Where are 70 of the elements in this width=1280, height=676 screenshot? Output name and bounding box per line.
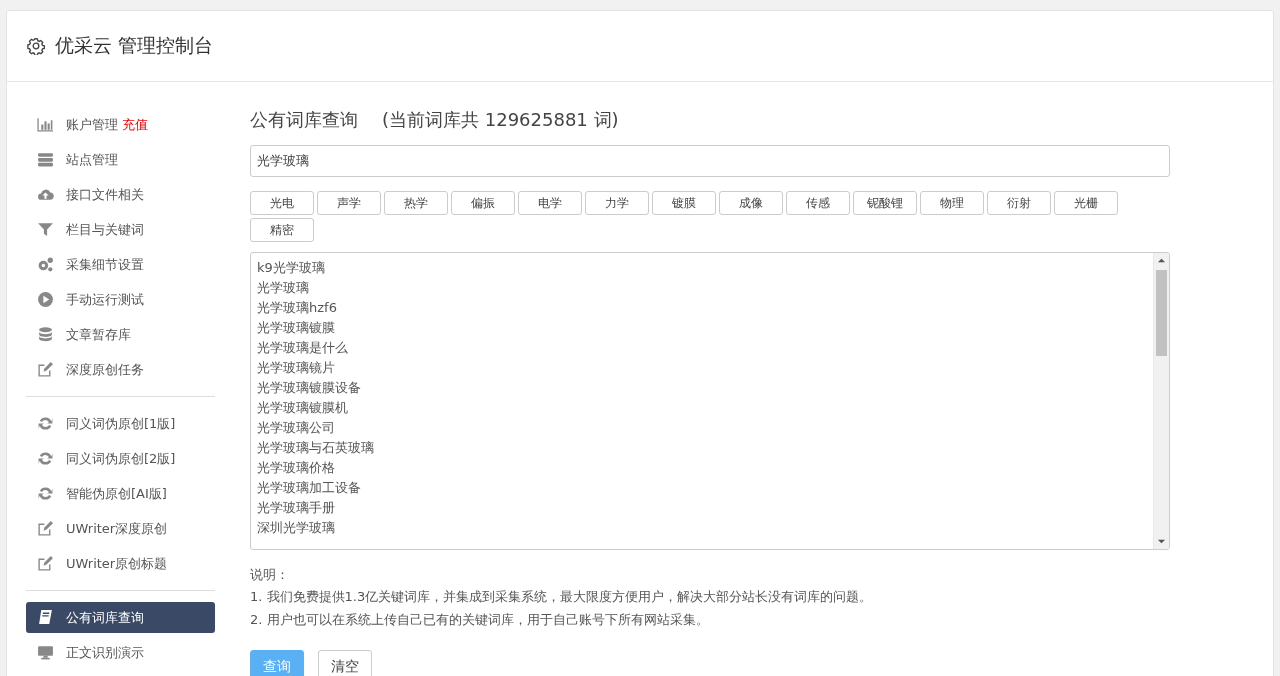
result-item[interactable]: k9光学玻璃 — [257, 258, 1147, 278]
note-text: 2. 用户也可以在系统上传自己已有的关键词库，用于自己账号下所有网站采集。 — [250, 611, 710, 629]
note-text: 1. 我们免费提供1.3亿关键词库，并集成到采集系统，最大限度方便用户，解决大部分站长没有词库的问题。 — [250, 588, 874, 606]
edit-icon — [37, 555, 54, 572]
result-item[interactable]: 光学玻璃手册 — [257, 498, 1147, 518]
server-icon — [37, 151, 54, 168]
tag-button[interactable]: 物理 — [920, 191, 984, 215]
tag-button[interactable]: 光栅 — [1054, 191, 1118, 215]
gears-icon — [37, 256, 54, 273]
sidebar-item[interactable]: 采集细节设置 — [26, 249, 215, 280]
sidebar-item[interactable]: UWriter深度原创 — [26, 513, 215, 544]
result-item[interactable]: 光学玻璃加工设备 — [257, 478, 1147, 498]
database-icon — [37, 326, 54, 343]
tag-button[interactable]: 铌酸锂 — [853, 191, 917, 215]
tag-button[interactable]: 电学 — [518, 191, 582, 215]
sidebar-item[interactable]: 接口文件相关 — [26, 179, 215, 210]
result-item[interactable]: 光学玻璃价格 — [257, 458, 1147, 478]
result-item[interactable]: 光学玻璃与石英玻璃 — [257, 438, 1147, 458]
edit-icon — [37, 520, 54, 537]
tag-button[interactable]: 镀膜 — [652, 191, 716, 215]
result-item[interactable]: 深圳光学玻璃 — [257, 518, 1147, 538]
notes-title: 说明： — [250, 566, 290, 584]
refresh-icon — [37, 485, 54, 502]
result-item[interactable]: 光学玻璃镀膜 — [257, 318, 1147, 338]
sidebar-item[interactable]: 智能伪原创[AI版] — [26, 478, 215, 509]
sidebar-item[interactable]: 手动运行测试 — [26, 284, 215, 315]
result-item[interactable]: 光学玻璃镜片 — [257, 358, 1147, 378]
book-icon — [37, 609, 54, 626]
word-count: (当前词库共 129625881 词) — [382, 108, 619, 132]
tag-button[interactable]: 声学 — [317, 191, 381, 215]
play-icon — [37, 291, 54, 308]
tag-button[interactable]: 力学 — [585, 191, 649, 215]
result-item[interactable]: 光学玻璃镀膜设备 — [257, 378, 1147, 398]
sidebar-item[interactable]: 同义词伪原创[2版] — [26, 443, 215, 474]
edit-icon — [37, 361, 54, 378]
tag-button[interactable]: 偏振 — [451, 191, 515, 215]
result-item[interactable]: 光学玻璃镀膜机 — [257, 398, 1147, 418]
sidebar-item[interactable]: 正文识别演示 — [26, 637, 215, 668]
sidebar-item[interactable]: 栏目与关键词 — [26, 214, 215, 245]
sidebar-item[interactable]: 站点管理 — [26, 144, 215, 175]
window-title: 优采云 管理控制台 — [55, 33, 214, 58]
refresh-icon — [37, 415, 54, 432]
tag-button[interactable]: 精密 — [250, 218, 314, 242]
scrollbar[interactable] — [1153, 253, 1169, 549]
bar-chart-icon — [37, 116, 54, 133]
result-item[interactable]: 光学玻璃是什么 — [257, 338, 1147, 358]
sidebar-item[interactable]: 公有词库查询 — [26, 602, 215, 633]
tag-button[interactable]: 光电 — [250, 191, 314, 215]
tag-button[interactable]: 衍射 — [987, 191, 1051, 215]
result-item[interactable]: 光学玻璃公司 — [257, 418, 1147, 438]
page-title: 公有词库查询 — [250, 108, 358, 132]
tag-button[interactable]: 成像 — [719, 191, 783, 215]
sidebar-item[interactable]: 同义词伪原创[1版] — [26, 408, 215, 439]
tag-button[interactable]: 传感 — [786, 191, 850, 215]
result-item[interactable]: 光学玻璃 — [257, 278, 1147, 298]
settings-icon — [27, 37, 45, 55]
refresh-icon — [37, 450, 54, 467]
sidebar-item[interactable]: 账户管理 充值 — [26, 109, 215, 140]
scroll-down-icon[interactable] — [1157, 537, 1166, 546]
tag-button[interactable]: 热学 — [384, 191, 448, 215]
sidebar-item[interactable]: 文章暂存库 — [26, 319, 215, 350]
clear-button[interactable]: 清空 — [318, 650, 372, 676]
sidebar-item[interactable]: 深度原创任务 — [26, 354, 215, 385]
filter-icon — [37, 221, 54, 238]
scroll-up-icon[interactable] — [1157, 256, 1166, 265]
search-field[interactable]: 光学玻璃 — [250, 145, 1170, 177]
scrollbar-thumb[interactable] — [1156, 270, 1167, 356]
monitor-icon — [37, 644, 54, 661]
result-item[interactable]: 光学玻璃hzf6 — [257, 298, 1147, 318]
sidebar-item[interactable]: UWriter原创标题 — [26, 548, 215, 579]
